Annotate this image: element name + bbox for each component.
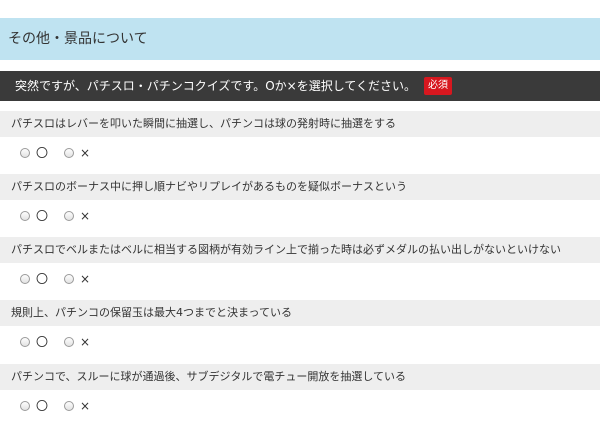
cross-label[interactable]: × bbox=[80, 268, 90, 290]
radio-circle[interactable] bbox=[20, 401, 30, 411]
question-header: 突然ですが、パチスロ・パチンコクイズです。Oか×を選択してください。 必須 bbox=[0, 71, 600, 101]
quiz-item-options: 〇 × bbox=[0, 142, 600, 164]
question-text: 突然ですが、パチスロ・パチンコクイズです。Oか×を選択してください。 bbox=[15, 79, 416, 93]
cross-label[interactable]: × bbox=[80, 331, 90, 353]
radio-circle[interactable] bbox=[20, 211, 30, 221]
quiz-item-options: 〇 × bbox=[0, 268, 600, 290]
quiz-item-options: 〇 × bbox=[0, 205, 600, 227]
radio-cross[interactable] bbox=[64, 337, 74, 347]
section-title: その他・景品について bbox=[0, 18, 600, 60]
cross-label[interactable]: × bbox=[80, 142, 90, 164]
required-badge: 必須 bbox=[423, 76, 452, 95]
quiz-item-text: 規則上、パチンコの保留玉は最大4つまでと決まっている bbox=[0, 300, 600, 326]
radio-cross[interactable] bbox=[64, 148, 74, 158]
quiz-item-text: パチスロはレバーを叩いた瞬間に抽選し、パチンコは球の発射時に抽選をする bbox=[0, 111, 600, 137]
quiz-item-text: パチスロのボーナス中に押し順ナビやリプレイがあるものを疑似ボーナスという bbox=[0, 174, 600, 200]
circle-label[interactable]: 〇 bbox=[36, 268, 48, 290]
radio-cross[interactable] bbox=[64, 401, 74, 411]
radio-circle[interactable] bbox=[20, 148, 30, 158]
quiz-item-options: 〇 × bbox=[0, 395, 600, 417]
radio-circle[interactable] bbox=[20, 274, 30, 284]
quiz-item-text: パチスロでベルまたはベルに相当する図柄が有効ライン上で揃った時は必ずメダルの払い… bbox=[0, 237, 600, 263]
radio-circle[interactable] bbox=[20, 337, 30, 347]
circle-label[interactable]: 〇 bbox=[36, 205, 48, 227]
radio-cross[interactable] bbox=[64, 211, 74, 221]
circle-label[interactable]: 〇 bbox=[36, 142, 48, 164]
quiz-item-text: パチンコで、スルーに球が通過後、サブデジタルで電チュー開放を抽選している bbox=[0, 364, 600, 390]
cross-label[interactable]: × bbox=[80, 395, 90, 417]
cross-label[interactable]: × bbox=[80, 205, 90, 227]
quiz-item-options: 〇 × bbox=[0, 331, 600, 353]
radio-cross[interactable] bbox=[64, 274, 74, 284]
circle-label[interactable]: 〇 bbox=[36, 331, 48, 353]
circle-label[interactable]: 〇 bbox=[36, 395, 48, 417]
